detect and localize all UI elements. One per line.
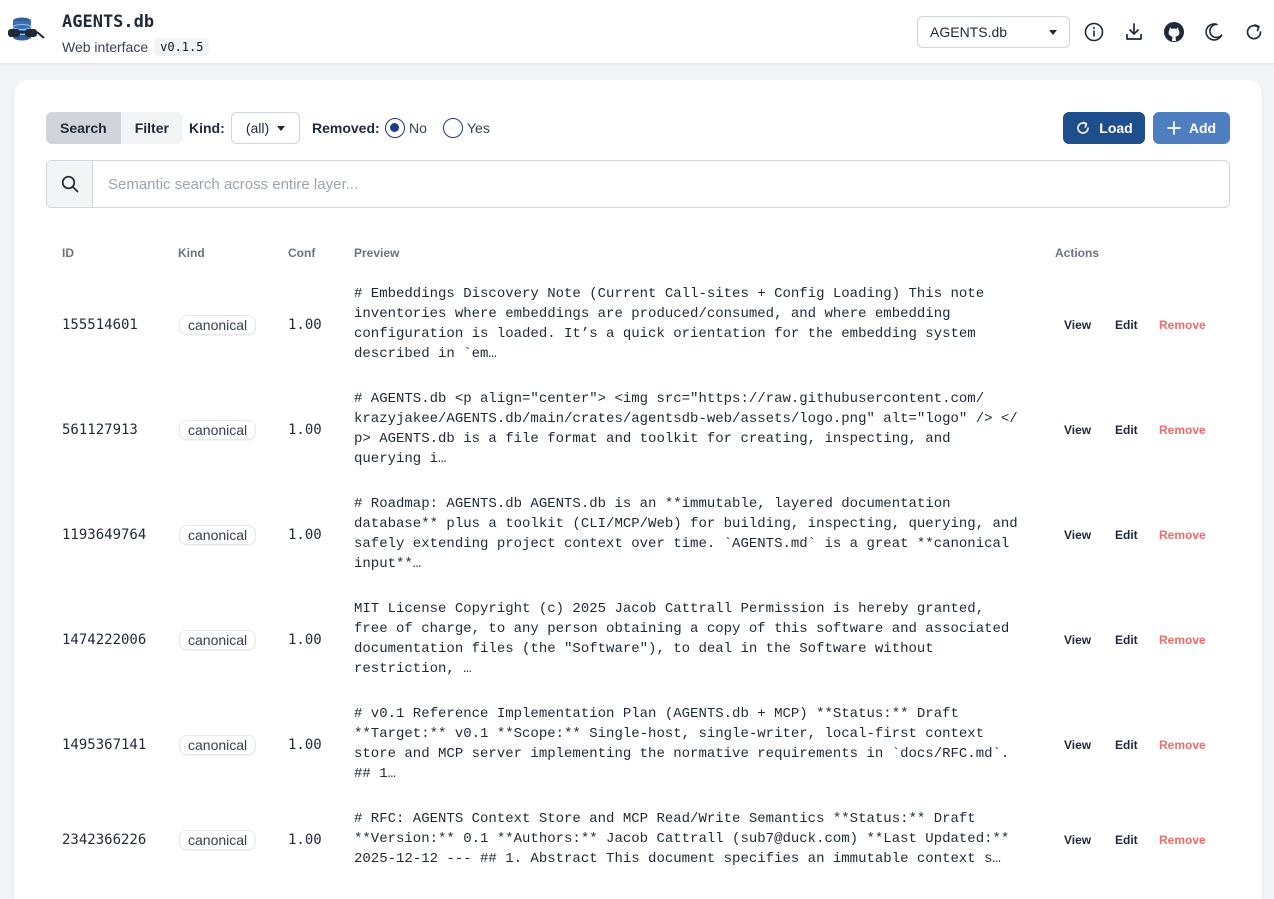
- main-card: Search Filter Kind: (all) Removed: No Ye…: [14, 80, 1262, 899]
- mode-filter-button[interactable]: Filter: [120, 112, 183, 144]
- view-button[interactable]: View: [1064, 318, 1091, 332]
- row-id: 1193649764: [62, 527, 147, 543]
- table-row: 1474222006 canonical 1.00 MIT License Co…: [46, 595, 1230, 700]
- kind-label: Kind:: [189, 120, 225, 136]
- edit-button[interactable]: Edit: [1115, 833, 1138, 847]
- version-badge: v0.1.5: [154, 38, 210, 56]
- kind-badge: canonical: [179, 830, 257, 850]
- row-conf: 1.00: [288, 632, 322, 648]
- view-button[interactable]: View: [1064, 423, 1091, 437]
- app-header: AGENTS.db Web interface v0.1.5 AGENTS.db: [0, 0, 1274, 64]
- column-header-actions: Actions: [1055, 246, 1100, 260]
- kind-badge: canonical: [179, 630, 257, 650]
- remove-button[interactable]: Remove: [1159, 318, 1206, 332]
- app-title: AGENTS.db: [62, 12, 155, 32]
- column-header-preview: Preview: [354, 246, 400, 260]
- removed-yes-label: Yes: [467, 120, 490, 136]
- row-conf: 1.00: [288, 422, 322, 438]
- removed-no-label: No: [409, 120, 427, 136]
- edit-button[interactable]: Edit: [1115, 528, 1138, 542]
- moon-icon[interactable]: [1202, 20, 1226, 44]
- row-id: 1474222006: [62, 632, 147, 648]
- remove-button[interactable]: Remove: [1159, 833, 1206, 847]
- removed-no-radio[interactable]: [385, 118, 405, 138]
- removed-label: Removed:: [312, 120, 380, 136]
- remove-button[interactable]: Remove: [1159, 738, 1206, 752]
- row-preview: # RFC: AGENTS Context Store and MCP Read…: [354, 811, 1010, 867]
- kind-badge: canonical: [179, 420, 257, 440]
- add-button[interactable]: Add: [1153, 112, 1230, 144]
- kind-badge: canonical: [179, 525, 257, 545]
- column-header-id: ID: [62, 246, 74, 260]
- search-icon: [47, 161, 93, 207]
- row-preview: # AGENTS.db <p align="center"> <img src=…: [354, 391, 1018, 467]
- search-input[interactable]: [93, 161, 1229, 207]
- mode-search-button[interactable]: Search: [46, 112, 121, 144]
- database-select-value: AGENTS.db: [930, 24, 1008, 40]
- view-button[interactable]: View: [1064, 833, 1091, 847]
- removed-yes-radio[interactable]: [443, 118, 463, 138]
- view-button[interactable]: View: [1064, 738, 1091, 752]
- search-bar: [46, 160, 1230, 208]
- edit-button[interactable]: Edit: [1115, 738, 1138, 752]
- column-header-kind: Kind: [178, 246, 205, 260]
- remove-button[interactable]: Remove: [1159, 633, 1206, 647]
- refresh-icon: [1077, 121, 1090, 134]
- table-row: 2342366226 canonical 1.00 # RFC: AGENTS …: [46, 805, 1230, 899]
- table-row: 155514601 canonical 1.00 # Embeddings Di…: [46, 280, 1230, 385]
- chevron-down-icon: [1049, 29, 1057, 35]
- app-subtitle: Web interface v0.1.5: [62, 38, 210, 56]
- load-button[interactable]: Load: [1063, 112, 1145, 144]
- refresh-icon[interactable]: [1242, 20, 1266, 44]
- row-id: 1495367141: [62, 737, 147, 753]
- chevron-down-icon: [277, 125, 286, 131]
- table-row: 1495367141 canonical 1.00 # v0.1 Referen…: [46, 700, 1230, 805]
- plus-icon: [1167, 121, 1181, 135]
- edit-button[interactable]: Edit: [1115, 633, 1138, 647]
- database-select[interactable]: AGENTS.db: [917, 16, 1070, 48]
- row-id: 561127913: [62, 422, 138, 438]
- load-button-label: Load: [1099, 120, 1133, 136]
- view-button[interactable]: View: [1064, 633, 1091, 647]
- row-preview: # Embeddings Discovery Note (Current Cal…: [354, 286, 985, 362]
- edit-button[interactable]: Edit: [1115, 318, 1138, 332]
- row-preview: MIT License Copyright (c) 2025 Jacob Cat…: [354, 601, 1010, 677]
- kind-select-value: (all): [245, 120, 270, 136]
- row-preview: # v0.1 Reference Implementation Plan (AG…: [354, 706, 1010, 782]
- remove-button[interactable]: Remove: [1159, 423, 1206, 437]
- view-button[interactable]: View: [1064, 528, 1091, 542]
- github-icon[interactable]: [1162, 20, 1186, 44]
- kind-badge: canonical: [179, 315, 257, 335]
- edit-button[interactable]: Edit: [1115, 423, 1138, 437]
- column-header-conf: Conf: [288, 246, 316, 260]
- add-button-label: Add: [1188, 120, 1217, 136]
- subtitle-text: Web interface: [62, 39, 149, 55]
- download-icon[interactable]: [1122, 20, 1146, 44]
- info-icon[interactable]: [1082, 20, 1106, 44]
- row-preview: # Roadmap: AGENTS.db AGENTS.db is an **i…: [354, 496, 1018, 572]
- mode-toggle: Search Filter: [46, 112, 183, 144]
- row-conf: 1.00: [288, 527, 322, 543]
- table-row: 561127913 canonical 1.00 # AGENTS.db <p …: [46, 385, 1230, 490]
- kind-badge: canonical: [179, 735, 257, 755]
- row-id: 2342366226: [62, 832, 147, 848]
- row-conf: 1.00: [288, 737, 322, 753]
- logo-icon: [8, 17, 45, 41]
- row-conf: 1.00: [288, 832, 322, 848]
- kind-select[interactable]: (all): [231, 112, 300, 144]
- remove-button[interactable]: Remove: [1159, 528, 1206, 542]
- row-conf: 1.00: [288, 317, 322, 333]
- row-id: 155514601: [62, 317, 138, 333]
- table-row: 1193649764 canonical 1.00 # Roadmap: AGE…: [46, 490, 1230, 595]
